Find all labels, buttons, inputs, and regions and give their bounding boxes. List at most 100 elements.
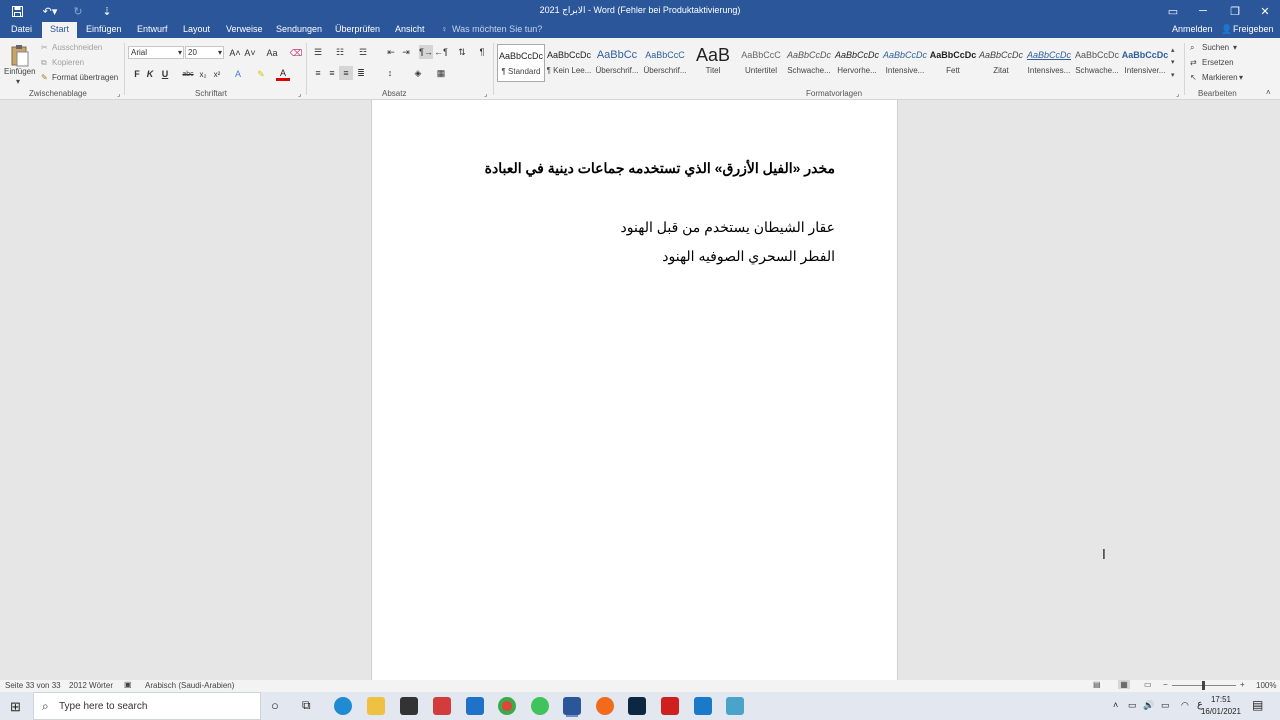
notifications-icon[interactable]: ▤	[1252, 698, 1263, 712]
task-view-icon[interactable]: ⧉	[302, 698, 311, 713]
document-page[interactable]: مخدر «الفيل الأزرق» الذي تستخدمه جماعات …	[371, 100, 898, 680]
format-painter-icon[interactable]: ✎	[41, 73, 48, 82]
app-icon[interactable]	[726, 697, 744, 715]
paste-icon[interactable]	[10, 44, 30, 68]
taskbar-search-box[interactable]: ⌕ Type here to search	[33, 692, 261, 720]
clipboard-launcher-icon[interactable]: ⌟	[117, 90, 120, 98]
page-counter[interactable]: Seite 33 von 33	[5, 681, 61, 690]
read-mode-icon[interactable]: ▤	[1093, 680, 1101, 689]
style-heading-1[interactable]: AaBbCc Überschrif...	[593, 44, 641, 82]
rtl-direction-icon[interactable]: ←¶	[434, 45, 448, 59]
cortana-icon[interactable]: ○	[271, 698, 279, 713]
ltr-direction-icon[interactable]: ¶→	[419, 45, 433, 59]
whatsapp-icon[interactable]	[531, 697, 549, 715]
bullets-icon[interactable]: ☰	[311, 45, 325, 59]
edge-icon[interactable]	[334, 697, 352, 715]
font-launcher-icon[interactable]: ⌟	[298, 90, 301, 98]
document-heading[interactable]: مخدر «الفيل الأزرق» الذي تستخدمه جماعات …	[485, 160, 835, 177]
word-count[interactable]: 2012 Wörter	[69, 681, 113, 690]
subscript-button[interactable]: x₂	[196, 67, 210, 81]
tab-verweise[interactable]: Verweise	[226, 22, 263, 38]
document-line[interactable]: عقار الشيطان يستخدم من قبل الهنود	[621, 219, 835, 236]
tab-einfuegen[interactable]: Einfügen	[86, 22, 122, 38]
style-quote[interactable]: AaBbCcDc Zitat	[977, 44, 1025, 82]
italic-button[interactable]: K	[143, 67, 157, 81]
style-heading-2[interactable]: AaBbCcC Überschrif...	[641, 44, 689, 82]
proofing-icon[interactable]: ▣	[124, 680, 132, 689]
find-dropdown-icon[interactable]: ▾	[1233, 43, 1237, 52]
show-paragraph-marks-icon[interactable]: ¶	[475, 45, 489, 59]
format-painter-button[interactable]: Format übertragen	[52, 73, 118, 82]
styles-launcher-icon[interactable]: ⌟	[1176, 90, 1179, 98]
file-explorer-icon[interactable]	[367, 697, 385, 715]
network-tray-icon[interactable]: ▭	[1128, 700, 1137, 711]
tab-start[interactable]: Start	[42, 22, 78, 38]
tab-ueberpruefen[interactable]: Überprüfen	[335, 22, 380, 38]
clear-formatting-icon[interactable]: ⌫	[289, 46, 303, 60]
paragraph-launcher-icon[interactable]: ⌟	[484, 90, 487, 98]
numbering-icon[interactable]: ☷	[333, 45, 347, 59]
select-dropdown-icon[interactable]: ▾	[1239, 73, 1243, 82]
line-spacing-icon[interactable]: ↕	[383, 66, 397, 80]
borders-icon[interactable]: ▦	[434, 66, 448, 80]
minimize-icon[interactable]: ─	[1192, 0, 1214, 22]
restore-icon[interactable]: ❐	[1224, 0, 1246, 22]
align-left-icon[interactable]: ≡	[311, 66, 325, 80]
select-icon[interactable]: ↖	[1190, 73, 1197, 82]
share-button[interactable]: Freigeben	[1233, 22, 1274, 38]
store-icon[interactable]	[400, 697, 418, 715]
clock-time[interactable]: 17:51	[1201, 695, 1241, 704]
volume-icon[interactable]: 🔊	[1143, 700, 1154, 711]
style-intense-quote[interactable]: AaBbCcDc Intensives...	[1025, 44, 1073, 82]
bold-button[interactable]: F	[130, 67, 144, 81]
change-case-button[interactable]: Aa	[262, 46, 282, 60]
show-hidden-icons[interactable]: ˄	[1113, 700, 1118, 710]
multilevel-list-icon[interactable]: ☲	[356, 45, 370, 59]
style-subtle-reference[interactable]: AaBbCcDc Schwache...	[1073, 44, 1121, 82]
strikethrough-button[interactable]: abc	[180, 67, 196, 81]
tab-ansicht[interactable]: Ansicht	[395, 22, 425, 38]
collapse-ribbon-icon[interactable]: ˄	[1266, 88, 1271, 97]
app-icon[interactable]	[694, 697, 712, 715]
clock-date[interactable]: 16/01/2021	[1199, 707, 1243, 716]
mail-icon[interactable]	[466, 697, 484, 715]
font-size-select[interactable]: 20 ▾	[185, 46, 224, 59]
document-line[interactable]: الفطر السحري الصوفيه الهنود	[662, 248, 835, 265]
web-layout-icon[interactable]: ▭	[1144, 680, 1152, 689]
text-effects-icon[interactable]: A	[231, 67, 245, 81]
ribbon-display-options-icon[interactable]: ▭	[1164, 0, 1182, 22]
tab-layout[interactable]: Layout	[183, 22, 210, 38]
sign-in-link[interactable]: Anmelden	[1172, 22, 1213, 38]
language-indicator[interactable]: Arabisch (Saudi-Arabien)	[145, 681, 234, 690]
select-button[interactable]: Markieren	[1202, 73, 1238, 82]
word-taskbar-icon[interactable]	[563, 697, 581, 715]
styles-more-icon[interactable]: ▾	[1171, 71, 1175, 79]
grow-font-button[interactable]: A˄	[228, 46, 242, 60]
500px-icon[interactable]	[628, 697, 646, 715]
style-subtitle[interactable]: AaBbCcC Untertitel	[737, 44, 785, 82]
paste-button[interactable]: Einfügen	[4, 67, 36, 76]
sort-icon[interactable]: ⇅	[455, 45, 469, 59]
shading-icon[interactable]: ◈	[411, 66, 425, 80]
style-standard[interactable]: AaBbCcDc ¶ Standard	[497, 44, 545, 82]
tell-me-search[interactable]: Was möchten Sie tun?	[452, 22, 542, 38]
gift-app-icon[interactable]	[433, 697, 451, 715]
style-no-spacing[interactable]: AaBbCcDc ¶ Kein Lee...	[545, 44, 593, 82]
superscript-button[interactable]: x²	[210, 67, 224, 81]
style-title[interactable]: AaB Titel	[689, 44, 737, 82]
align-right-icon[interactable]: ≡	[339, 66, 353, 80]
windows-start-icon[interactable]: ⊞	[10, 699, 21, 715]
zoom-slider-thumb[interactable]	[1202, 681, 1205, 690]
zoom-out-icon[interactable]: −	[1163, 680, 1168, 689]
tab-entwurf[interactable]: Entwurf	[137, 22, 168, 38]
justify-icon[interactable]: ≣	[354, 66, 368, 80]
find-button[interactable]: Suchen	[1202, 43, 1229, 52]
zoom-in-icon[interactable]: +	[1240, 680, 1245, 689]
battery-icon[interactable]: ▭	[1161, 700, 1170, 711]
align-center-icon[interactable]: ≡	[325, 66, 339, 80]
replace-button[interactable]: Ersetzen	[1202, 58, 1234, 67]
shrink-font-button[interactable]: A˅	[243, 46, 257, 60]
firefox-icon[interactable]	[596, 697, 614, 715]
style-strong[interactable]: AaBbCcDc Fett	[929, 44, 977, 82]
style-intense-reference[interactable]: AaBbCcDc Intensiver...	[1121, 44, 1169, 82]
